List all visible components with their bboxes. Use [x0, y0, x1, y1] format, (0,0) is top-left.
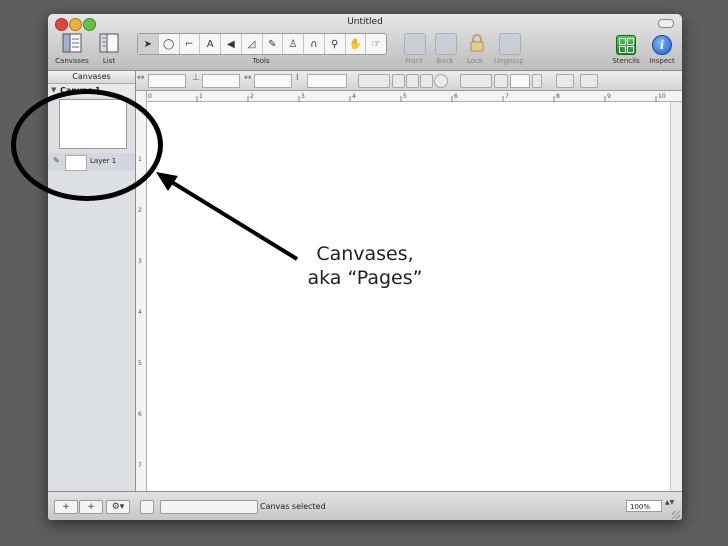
sidebar-header: Canvases — [48, 71, 135, 84]
tools-label: Tools — [252, 57, 270, 65]
width-field[interactable] — [254, 74, 292, 88]
lock-icon — [470, 34, 484, 52]
add-layer-button[interactable]: + — [79, 500, 103, 514]
list-view-label: List — [102, 57, 116, 65]
front-label: Front — [405, 57, 423, 65]
lock-label: Lock — [467, 57, 483, 65]
browse-tool-icon[interactable]: ☞ — [366, 34, 386, 54]
ruler-number: 7 — [138, 462, 142, 469]
toolbar-toggle-button[interactable] — [658, 19, 674, 28]
drawing-canvas[interactable] — [147, 102, 670, 491]
send-to-back-button[interactable] — [435, 33, 457, 55]
gear-icon[interactable]: ⚙▾ — [106, 500, 130, 514]
ruler-number: 8 — [556, 93, 560, 100]
shadow-button[interactable] — [460, 74, 492, 88]
width-icon: ↔ — [244, 73, 252, 83]
tools-palette: ➤ ◯ ⌐ A ◀ ◿ ✎ ♙ ∩ ⚲ ✋ ☞ — [137, 33, 387, 55]
shadow-style-button[interactable] — [494, 74, 508, 88]
horizontal-ruler: 0 1 2 3 4 5 6 7 8 9 10 — [136, 91, 682, 106]
canvases-view-button[interactable] — [60, 32, 84, 54]
ruler-number: 2 — [250, 93, 254, 100]
x-position-field[interactable] — [148, 74, 186, 88]
line-width-stepper[interactable] — [532, 74, 542, 88]
stencils-label: Stencils — [612, 57, 640, 65]
stroke-end-button[interactable] — [420, 74, 433, 88]
diagram-tool-icon[interactable]: ◿ — [242, 34, 263, 54]
annotation-circle — [11, 89, 163, 201]
inspect-label: Inspect — [649, 57, 675, 65]
inspect-icon[interactable]: i — [652, 35, 672, 55]
status-text: Canvas selected — [260, 502, 326, 511]
canvases-view-label: Canvases — [55, 57, 89, 65]
height-field[interactable] — [307, 74, 347, 88]
add-canvas-button[interactable]: + — [54, 500, 78, 514]
selection-tool-icon[interactable]: ➤ — [138, 34, 159, 54]
bring-to-front-button[interactable] — [404, 33, 426, 55]
list-view-button[interactable] — [97, 32, 121, 54]
ruler-number: 0 — [148, 93, 152, 100]
ruler-number: 2 — [138, 207, 142, 214]
stencils-icon[interactable] — [616, 35, 636, 55]
image-button[interactable] — [556, 74, 574, 88]
stroke-button[interactable] — [392, 74, 405, 88]
zoom-stepper-icon[interactable]: ▲▼ — [665, 500, 674, 506]
list-icon — [99, 33, 119, 53]
ungroup-button[interactable] — [499, 33, 521, 55]
vertical-scrollbar[interactable] — [670, 102, 682, 491]
ruler-number: 6 — [138, 411, 142, 418]
move-x-icon: ↔ — [137, 73, 145, 83]
ungroup-label: Ungroup — [494, 57, 524, 65]
corner-radius-button[interactable] — [434, 74, 448, 88]
ruler-number: 4 — [352, 93, 356, 100]
ruler-number: 10 — [658, 93, 666, 100]
ruler-number: 9 — [607, 93, 611, 100]
ruler-number: 1 — [199, 93, 203, 100]
magnet-tool-icon[interactable]: ∩ — [304, 34, 325, 54]
ruler-number: 5 — [138, 360, 142, 367]
style-tray-button[interactable] — [160, 500, 258, 514]
resize-grip-icon[interactable] — [672, 511, 680, 519]
hand-tool-icon[interactable]: ✋ — [346, 34, 367, 54]
ruler-number: 4 — [138, 309, 142, 316]
style-control-bar: ↔ ⊥ ↔ I — [136, 71, 682, 91]
move-y-icon: ⊥ — [192, 73, 200, 83]
text-tool-icon[interactable]: A — [200, 34, 221, 54]
annotation-callout: Canvases, aka “Pages” — [307, 243, 423, 289]
lock-button[interactable] — [465, 32, 489, 54]
point-tool-icon[interactable]: ◀ — [221, 34, 242, 54]
color-well-button[interactable] — [140, 500, 154, 514]
ruler-number: 6 — [454, 93, 458, 100]
zoom-level-field[interactable]: 100% — [626, 500, 662, 512]
stroke-start-button[interactable] — [406, 74, 419, 88]
title-bar: Untitled Canvases List ➤ ◯ ⌐ A ◀ ◿ ✎ ♙ ∩… — [48, 14, 682, 71]
shape-tool-icon[interactable]: ◯ — [159, 34, 180, 54]
ruler-number: 3 — [301, 93, 305, 100]
rubber-stamp-tool-icon[interactable]: ♙ — [283, 34, 304, 54]
ruler-number: 3 — [138, 258, 142, 265]
zoom-tool-icon[interactable]: ⚲ — [325, 34, 346, 54]
line-tool-icon[interactable]: ⌐ — [180, 34, 201, 54]
line-width-field[interactable] — [510, 74, 530, 88]
y-position-field[interactable] — [202, 74, 240, 88]
canvases-icon — [62, 33, 82, 53]
magnet-style-button[interactable] — [580, 74, 598, 88]
fill-color-button[interactable] — [358, 74, 390, 88]
ruler-number: 7 — [505, 93, 509, 100]
height-icon: I — [296, 73, 299, 83]
style-brush-tool-icon[interactable]: ✎ — [263, 34, 284, 54]
back-label: Back — [436, 57, 454, 65]
ruler-number: 5 — [403, 93, 407, 100]
window-title: Untitled — [347, 17, 383, 27]
bottom-bar: + + ⚙▾ Canvas selected 100% ▲▼ — [48, 491, 682, 520]
